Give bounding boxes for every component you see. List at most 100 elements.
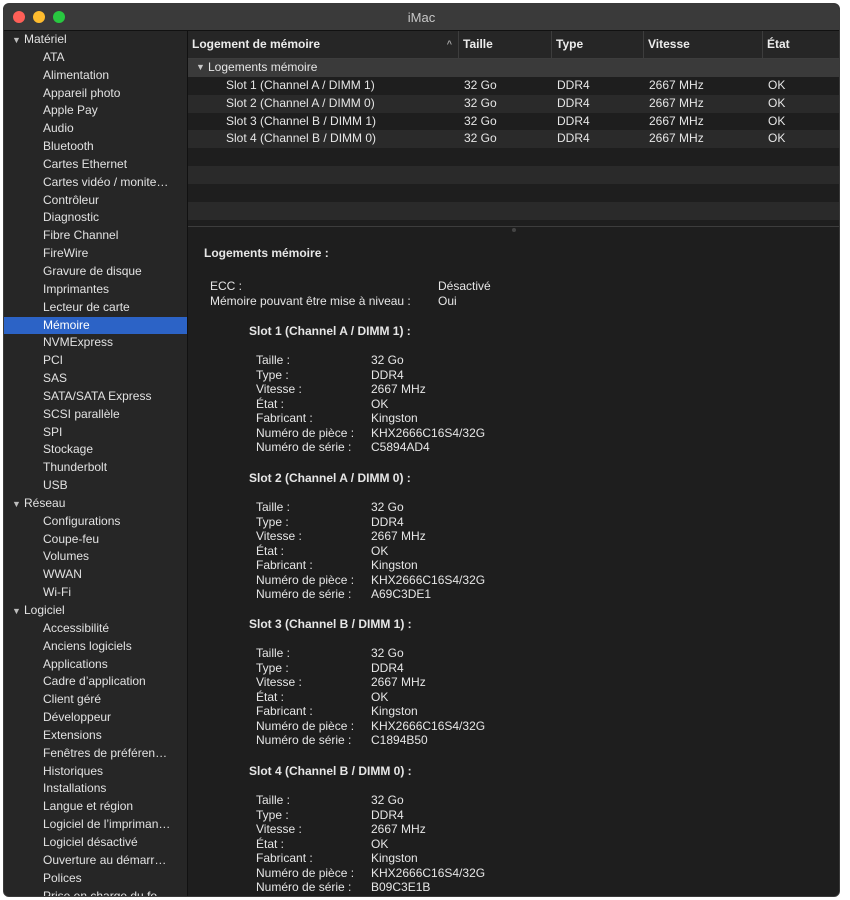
slot-field-value: Kingston (371, 558, 418, 572)
column-header-speed[interactable]: Vitesse (643, 31, 762, 58)
sidebar-item[interactable]: Polices (4, 870, 187, 888)
sidebar-item[interactable]: Apple Pay (4, 102, 187, 120)
table-cell: Slot 3 (Channel B / DIMM 1) (226, 113, 377, 128)
slot-field-label: Vitesse : (256, 675, 302, 689)
sidebar-item[interactable]: Cartes Ethernet (4, 156, 187, 174)
sidebar-item[interactable]: ATA (4, 49, 187, 67)
sidebar-item[interactable]: SAS (4, 370, 187, 388)
table-cell: OK (768, 131, 786, 146)
table-row[interactable]: Slot 2 (Channel A / DIMM 0) 32 Go DDR4 2667… (188, 94, 839, 113)
sidebar-item[interactable]: SPI (4, 424, 187, 442)
table-cell: 32 Go (464, 113, 497, 128)
sidebar-group-0[interactable]: ▼ Matériel (4, 31, 187, 49)
sidebar-item[interactable]: Lecteur de carte (4, 299, 187, 317)
empty-table-row (188, 184, 839, 202)
column-header-size[interactable]: Taille (458, 31, 551, 58)
slot-field-value: OK (371, 689, 389, 704)
sidebar-item[interactable]: Coupe-feu (4, 531, 187, 549)
splitter-handle-icon[interactable] (512, 228, 516, 232)
sidebar-item[interactable]: Prise en charge du fo… (4, 888, 187, 897)
sidebar-group-2[interactable]: ▼ Logiciel (4, 602, 187, 620)
sidebar-item[interactable]: Ouverture au démarr… (4, 852, 187, 870)
sidebar-item[interactable]: SATA/SATA Express (4, 388, 187, 406)
sidebar-item[interactable]: Fenêtres de préféren… (4, 745, 187, 763)
disclosure-triangle-icon[interactable]: ▼ (12, 603, 24, 620)
sidebar-item[interactable]: Anciens logiciels (4, 638, 187, 656)
column-header-status[interactable]: État (762, 31, 839, 58)
sidebar-item[interactable]: Applications (4, 656, 187, 674)
table-cell: DDR4 (557, 95, 590, 110)
slot-field-label: Fabricant : (256, 558, 313, 572)
memory-table: ▼ Logements mémoire Slot 1 (Channel A / … (188, 59, 839, 226)
sidebar-item[interactable]: Accessibilité (4, 620, 187, 638)
sidebar-item[interactable]: Contrôleur (4, 192, 187, 210)
slot-field-label: Fabricant : (256, 704, 313, 718)
sidebar-item[interactable]: Cadre d’application (4, 673, 187, 691)
sidebar-item[interactable]: Audio (4, 120, 187, 138)
main-pane: Logement de mémoire ^ Taille Type Vitess… (188, 31, 839, 896)
table-cell: OK (768, 77, 786, 92)
sidebar-group-1[interactable]: ▼ Réseau (4, 495, 187, 513)
sidebar-item[interactable]: Logiciel de l’impriman… (4, 816, 187, 834)
sidebar-item[interactable]: Gravure de disque (4, 263, 187, 281)
sidebar-group-label: Réseau (24, 495, 66, 510)
table-cell: Slot 4 (Channel B / DIMM 0) (226, 131, 377, 146)
sidebar-item[interactable]: Stockage (4, 441, 187, 459)
sidebar-item[interactable]: Alimentation (4, 67, 187, 85)
disclosure-triangle-icon[interactable]: ▼ (12, 32, 24, 49)
slot-field-label: État : (256, 689, 285, 704)
sidebar-item[interactable]: SCSI parallèle (4, 406, 187, 424)
column-header-slot[interactable]: Logement de mémoire ^ (188, 31, 458, 58)
sidebar-item[interactable]: Historiques (4, 763, 187, 781)
table-cell: 2667 MHz (649, 131, 704, 146)
sidebar-item[interactable]: Imprimantes (4, 281, 187, 299)
slot-field-value: Kingston (371, 411, 418, 425)
column-header-type[interactable]: Type (551, 31, 643, 58)
slot-field-value: DDR4 (371, 514, 404, 529)
sidebar-item[interactable]: NVMExpress (4, 334, 187, 352)
slot-field-value: DDR4 (371, 367, 404, 382)
empty-table-row (188, 201, 839, 220)
sidebar-item[interactable]: Logiciel désactivé (4, 834, 187, 852)
sidebar-item[interactable]: Configurations (4, 513, 187, 531)
table-cell: 2667 MHz (649, 95, 704, 110)
slot-field-value: 2667 MHz (371, 675, 426, 689)
sidebar-item[interactable]: Fibre Channel (4, 227, 187, 245)
sidebar-item[interactable]: Thunderbolt (4, 459, 187, 477)
sidebar-item[interactable]: Volumes (4, 548, 187, 566)
sidebar-item[interactable]: Appareil photo (4, 85, 187, 103)
sidebar-item[interactable]: Client géré (4, 691, 187, 709)
empty-table-row (188, 166, 839, 184)
slot-field-value: 32 Go (371, 793, 404, 807)
table-row[interactable]: Slot 4 (Channel B / DIMM 0) 32 Go DDR4 2667… (188, 130, 839, 149)
sidebar-item[interactable]: Bluetooth (4, 138, 187, 156)
table-row[interactable]: Slot 1 (Channel A / DIMM 1) 32 Go DDR4 2667… (188, 77, 839, 95)
sidebar-item[interactable]: Mémoire (4, 316, 187, 335)
sidebar-item[interactable]: FireWire (4, 245, 187, 263)
title-bar[interactable]: iMac (4, 4, 839, 31)
sidebar-item[interactable]: PCI (4, 352, 187, 370)
detail-summary-label: ECC : (210, 279, 243, 293)
slot-field-value: OK (371, 396, 389, 411)
sidebar-item[interactable]: Cartes vidéo / monite… (4, 174, 187, 192)
table-group-row[interactable]: ▼ Logements mémoire (188, 59, 839, 77)
slot-title: Slot 1 (Channel A / DIMM 1) : (249, 324, 411, 338)
sidebar-item[interactable]: Développeur (4, 709, 187, 727)
sidebar-item[interactable]: Langue et région (4, 798, 187, 816)
slot-field-label: État : (256, 543, 285, 558)
slot-field-label: Type : (256, 660, 289, 675)
slot-field-label: Vitesse : (256, 822, 302, 836)
sidebar-item[interactable]: WWAN (4, 566, 187, 584)
table-cell: 32 Go (464, 77, 497, 92)
sidebar-item[interactable]: Installations (4, 780, 187, 798)
sidebar-item[interactable]: Diagnostic (4, 209, 187, 227)
slot-field-label: Numéro de série : (256, 733, 352, 747)
slot-field-label: Taille : (256, 353, 291, 367)
sidebar-item[interactable]: Extensions (4, 727, 187, 745)
disclosure-triangle-icon[interactable]: ▼ (196, 59, 205, 77)
slot-field-value: C1894B50 (371, 733, 428, 747)
sidebar-item[interactable]: Wi-Fi (4, 584, 187, 602)
disclosure-triangle-icon[interactable]: ▼ (12, 496, 24, 513)
table-row[interactable]: Slot 3 (Channel B / DIMM 1) 32 Go DDR4 2667… (188, 113, 839, 131)
sidebar-item[interactable]: USB (4, 477, 187, 495)
